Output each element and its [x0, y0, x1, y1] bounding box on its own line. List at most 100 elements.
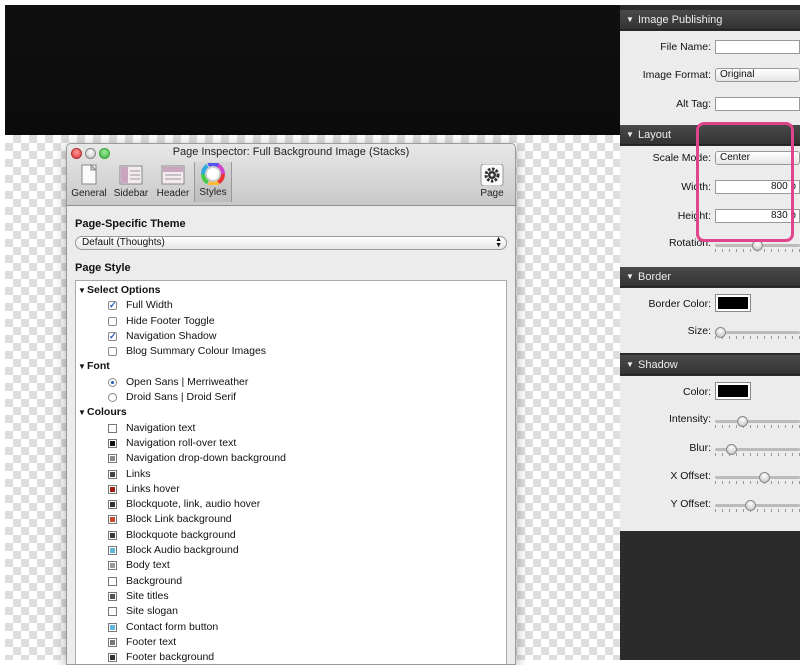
border-color-label: Border Color:: [648, 298, 711, 310]
checkbox[interactable]: ✓: [108, 331, 117, 341]
colour-option[interactable]: Footer text: [78, 635, 506, 650]
color-swatch[interactable]: [108, 454, 117, 464]
checkbox-option[interactable]: Blog Summary Colour Images: [78, 344, 506, 359]
page-style-options-list[interactable]: ▼Select Options ✓ Full Width Hide Footer T…: [75, 280, 507, 664]
image-publishing-body: File Name: Image Format: Original Alt Ta…: [620, 31, 800, 125]
y-offset-slider[interactable]: [715, 500, 800, 512]
checkbox-option[interactable]: ✓ Full Width: [78, 298, 506, 313]
tab-page-label: Page: [480, 188, 504, 199]
color-swatch[interactable]: [108, 653, 117, 663]
section-heading: Layout: [638, 129, 672, 141]
sidebar-layout-icon: [119, 165, 143, 185]
shadow-color-well[interactable]: [715, 382, 751, 400]
radio-option[interactable]: Droid Sans | Droid Serif: [78, 390, 506, 405]
color-swatch[interactable]: [108, 607, 117, 617]
color-swatch: [718, 385, 748, 397]
intensity-slider[interactable]: [715, 416, 800, 428]
color-swatch[interactable]: [108, 500, 117, 510]
checkbox[interactable]: [108, 347, 117, 357]
color-swatch[interactable]: [108, 591, 117, 601]
section-heading: Border: [638, 271, 672, 283]
colour-option[interactable]: Background: [78, 574, 506, 589]
colour-option[interactable]: Navigation drop-down background: [78, 451, 506, 466]
checkbox[interactable]: ✓: [108, 301, 117, 311]
colour-option[interactable]: Footer background: [78, 650, 506, 664]
color-wheel-icon: [201, 163, 225, 185]
tab-styles[interactable]: Styles: [194, 162, 232, 202]
theme-select[interactable]: Default (Thoughts) ▲ ▼: [75, 236, 507, 250]
tab-sidebar[interactable]: Sidebar: [112, 164, 150, 199]
color-swatch[interactable]: [108, 484, 117, 494]
border-size-slider[interactable]: [715, 327, 800, 339]
color-swatch[interactable]: [108, 515, 117, 525]
color-swatch[interactable]: [108, 622, 117, 632]
option-label: Full Width: [126, 299, 173, 312]
option-label: Site slogan: [126, 605, 178, 618]
checkbox-option[interactable]: Hide Footer Toggle: [78, 314, 506, 329]
option-label: Footer background: [126, 651, 215, 664]
file-name-label: File Name:: [660, 41, 711, 53]
image-format-label: Image Format:: [642, 69, 711, 81]
color-swatch[interactable]: [108, 530, 117, 540]
style-section-title: Page Style: [75, 262, 131, 274]
colour-option[interactable]: Contact form button: [78, 620, 506, 635]
page-inspector-window: Page Inspector: Full Background Image (S…: [66, 143, 516, 665]
radio-option[interactable]: Open Sans | Merriweather: [78, 375, 506, 390]
slider-knob[interactable]: [744, 500, 756, 511]
blur-slider[interactable]: [715, 444, 800, 456]
colour-option[interactable]: Links hover: [78, 482, 506, 497]
color-swatch[interactable]: [108, 576, 117, 586]
border-header[interactable]: ▼ Border: [620, 267, 800, 287]
radio-button[interactable]: [108, 393, 117, 403]
tab-header[interactable]: Header: [154, 164, 192, 199]
slider-knob[interactable]: [715, 327, 726, 338]
colour-option[interactable]: Links: [78, 467, 506, 482]
group-label: Colours: [87, 406, 127, 419]
colour-option[interactable]: Body text: [78, 558, 506, 573]
group-colours[interactable]: ▼Colours: [78, 405, 506, 420]
colour-option[interactable]: Block Audio background: [78, 543, 506, 558]
image-format-select[interactable]: Original: [715, 68, 800, 82]
option-label: Footer text: [126, 635, 177, 648]
option-label: Body text: [126, 559, 170, 572]
alt-tag-label: Alt Tag:: [676, 98, 711, 110]
image-publishing-header[interactable]: ▼ Image Publishing: [620, 10, 800, 30]
color-swatch[interactable]: [108, 561, 117, 571]
group-font[interactable]: ▼Font: [78, 359, 506, 374]
color-swatch[interactable]: [108, 469, 117, 479]
colour-option[interactable]: Navigation text: [78, 421, 506, 436]
border-color-well[interactable]: [715, 294, 751, 312]
alt-tag-field[interactable]: [715, 97, 800, 111]
checkbox-option[interactable]: ✓ Navigation Shadow: [78, 329, 506, 344]
colour-option[interactable]: Site slogan: [78, 604, 506, 619]
colour-option[interactable]: Site titles: [78, 589, 506, 604]
canvas-image-preview: [5, 5, 622, 135]
border-size-label: Size:: [687, 325, 711, 337]
option-label: Navigation roll-over text: [126, 436, 237, 449]
color-swatch[interactable]: [108, 637, 117, 647]
theme-section-title: Page-Specific Theme: [75, 218, 186, 230]
color-swatch[interactable]: [108, 546, 117, 556]
shadow-header[interactable]: ▼ Shadow: [620, 355, 800, 375]
disclosure-triangle-icon: ▼: [78, 362, 86, 372]
colour-option[interactable]: Navigation roll-over text: [78, 436, 506, 451]
select-arrows-icon: ▲ ▼: [495, 236, 502, 249]
file-name-field[interactable]: [715, 40, 800, 54]
tab-page[interactable]: Page: [473, 164, 511, 199]
colour-option[interactable]: Blockquote background: [78, 528, 506, 543]
group-label: Select Options: [87, 284, 161, 296]
color-swatch: [718, 297, 748, 309]
color-swatch[interactable]: [108, 423, 117, 433]
colour-option[interactable]: Blockquote, link, audio hover: [78, 497, 506, 512]
radio-button[interactable]: [108, 377, 117, 387]
color-swatch[interactable]: [108, 438, 117, 448]
annotation-highlight: [696, 122, 794, 242]
checkbox[interactable]: [108, 316, 117, 326]
x-offset-slider[interactable]: [715, 472, 800, 484]
option-label: Hide Footer Toggle: [126, 314, 215, 327]
tab-general[interactable]: General: [70, 164, 108, 199]
group-select-options[interactable]: ▼Select Options: [78, 283, 506, 298]
option-label: Open Sans | Merriweather: [126, 375, 249, 388]
colour-option[interactable]: Block Link background: [78, 512, 506, 527]
disclosure-triangle-icon: ▼: [78, 286, 86, 295]
